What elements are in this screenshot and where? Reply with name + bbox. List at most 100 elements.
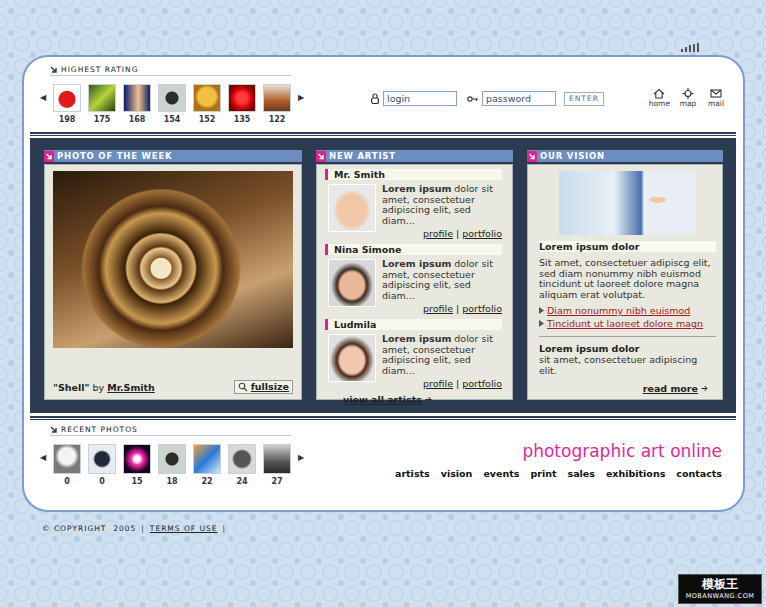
thumb-strip: ◀ 198 175 168 154 152 135 122 ▶ xyxy=(40,84,312,124)
profile-link[interactable]: profile xyxy=(423,303,453,314)
thumb-item[interactable]: 154 xyxy=(158,84,186,124)
arrow-icon xyxy=(316,151,326,162)
portfolio-link[interactable]: portfolio xyxy=(462,378,502,389)
signal-icon xyxy=(681,43,699,52)
thumb-item[interactable]: 24 xyxy=(228,444,256,486)
arrow-right-icon xyxy=(425,396,432,403)
section-label: HIGHEST RATING xyxy=(50,65,292,76)
arrow-right-icon xyxy=(701,385,708,392)
new-artist: NEW ARTIST Mr. Smith Lorem ipsum dolor s… xyxy=(316,150,513,400)
artist-photo[interactable] xyxy=(328,259,376,307)
thumb-photo[interactable] xyxy=(53,444,81,474)
thumb-item[interactable]: 0 xyxy=(53,444,81,486)
separator xyxy=(539,336,716,337)
watermark: 模板王 MOBANWANG.COM xyxy=(678,574,762,604)
thumb-photo[interactable] xyxy=(53,84,81,112)
top-nav-item[interactable]: home xyxy=(649,88,670,108)
thumb-photo[interactable] xyxy=(228,84,256,112)
our-vision: OUR VISION Lorem ipsum dolor Sit amet, c… xyxy=(527,150,723,400)
column-body: Mr. Smith Lorem ipsum dolor sit amet, co… xyxy=(316,164,513,400)
thumb-item[interactable]: 27 xyxy=(263,444,291,486)
artist-photo[interactable] xyxy=(328,184,376,232)
nav-item[interactable]: vision xyxy=(441,468,473,479)
thumb-item[interactable]: 175 xyxy=(88,84,116,124)
thumb-item[interactable]: 0 xyxy=(88,444,116,486)
portfolio-link[interactable]: portfolio xyxy=(462,228,502,239)
profile-link[interactable]: profile xyxy=(423,378,453,389)
column-header: NEW ARTIST xyxy=(316,150,513,162)
section-label: RECENT PHOTOS xyxy=(50,425,292,436)
nav-item[interactable]: print xyxy=(530,468,556,479)
artist-summary: Lorem ipsum dolor sit amet, consectetuer… xyxy=(382,184,502,226)
fullsize-button[interactable]: fullsize xyxy=(234,380,293,394)
prev-button[interactable]: ◀ xyxy=(40,93,46,103)
login-form: ENTER xyxy=(370,91,604,106)
thumb-item[interactable]: 135 xyxy=(228,84,256,124)
recent-photos: RECENT PHOTOS ◀ 0 0 15 18 22 24 27 ▶ xyxy=(30,425,312,486)
thumb-item[interactable]: 15 xyxy=(123,444,151,486)
photo-of-the-week: PHOTO OF THE WEEK "Shell" by Mr.Smith fu… xyxy=(44,150,302,400)
profile-link[interactable]: profile xyxy=(423,228,453,239)
top-nav: home map mail xyxy=(649,88,726,108)
nav-item[interactable]: contacts xyxy=(676,468,722,479)
thumb-item[interactable]: 152 xyxy=(193,84,221,124)
read-more-link[interactable]: read more xyxy=(643,383,708,394)
nav-item[interactable]: events xyxy=(483,468,519,479)
thumb-count: 15 xyxy=(131,477,142,486)
nav-item[interactable]: artists xyxy=(395,468,430,479)
thumb-count: 27 xyxy=(271,477,282,486)
login-input[interactable] xyxy=(383,91,457,106)
thumb-count: 122 xyxy=(269,115,286,124)
artist-name: Ludmila xyxy=(325,319,502,330)
nav-item[interactable]: exhibitions xyxy=(606,468,665,479)
vision-subtext: sit amet, consectetuer adipiscing elit. xyxy=(539,354,716,376)
key-icon xyxy=(467,95,479,103)
artist-name: Mr. Smith xyxy=(325,169,502,180)
artist-entry: Nina Simone Lorem ipsum dolor sit amet, … xyxy=(325,244,502,314)
thumb-item[interactable]: 22 xyxy=(193,444,221,486)
thumb-photo[interactable] xyxy=(123,84,151,112)
thumb-photo[interactable] xyxy=(123,444,151,474)
thumb-item[interactable]: 168 xyxy=(123,84,151,124)
thumb-photo[interactable] xyxy=(193,84,221,112)
artist-photo[interactable] xyxy=(328,334,376,382)
map-icon xyxy=(682,88,694,99)
top-bar: HIGHEST RATING ◀ 198 175 168 154 152 135… xyxy=(30,57,736,132)
thumb-photo[interactable] xyxy=(158,444,186,474)
terms-link[interactable]: TERMS OF USE xyxy=(150,524,218,533)
featured-photo[interactable] xyxy=(53,171,293,348)
top-nav-item[interactable]: map xyxy=(678,88,698,108)
portfolio-link[interactable]: portfolio xyxy=(462,303,502,314)
author-link[interactable]: Mr.Smith xyxy=(107,382,155,393)
thumb-photo[interactable] xyxy=(263,444,291,474)
artist-links: profile | portfolio xyxy=(382,378,502,389)
thumb-item[interactable]: 122 xyxy=(263,84,291,124)
thumb-item[interactable]: 198 xyxy=(53,84,81,124)
next-button[interactable]: ▶ xyxy=(298,93,304,103)
thumb-photo[interactable] xyxy=(88,84,116,112)
mail-icon xyxy=(710,88,722,99)
top-nav-item[interactable]: mail xyxy=(706,88,726,108)
column-body: Lorem ipsum dolor Sit amet, consectetuer… xyxy=(527,164,723,400)
divider xyxy=(30,416,736,420)
vision-text: Sit amet, consectetuer adipiscg elit, se… xyxy=(539,258,716,300)
password-input[interactable] xyxy=(482,91,556,106)
arrow-icon xyxy=(527,151,537,162)
prev-button[interactable]: ◀ xyxy=(40,453,46,463)
nav-item[interactable]: sales xyxy=(567,468,594,479)
thumb-photo[interactable] xyxy=(193,444,221,474)
thumb-photo[interactable] xyxy=(158,84,186,112)
enter-button[interactable]: ENTER xyxy=(564,92,604,106)
thumb-photo[interactable] xyxy=(263,84,291,112)
vision-link[interactable]: Tincidunt ut laoreet dolore magn xyxy=(539,317,716,330)
thumb-item[interactable]: 18 xyxy=(158,444,186,486)
content-panel: PHOTO OF THE WEEK "Shell" by Mr.Smith fu… xyxy=(30,138,736,413)
next-button[interactable]: ▶ xyxy=(298,453,304,463)
brand: photographic art online artistsvisioneve… xyxy=(395,441,722,479)
thumb-photo[interactable] xyxy=(228,444,256,474)
thumb-count: 0 xyxy=(99,477,105,486)
thumb-strip: ◀ 0 0 15 18 22 24 27 ▶ xyxy=(40,444,312,486)
thumb-photo[interactable] xyxy=(88,444,116,474)
vision-link[interactable]: Diam nonummy nibh euismod xyxy=(539,304,716,317)
view-all-link[interactable]: view all artists xyxy=(343,394,502,405)
